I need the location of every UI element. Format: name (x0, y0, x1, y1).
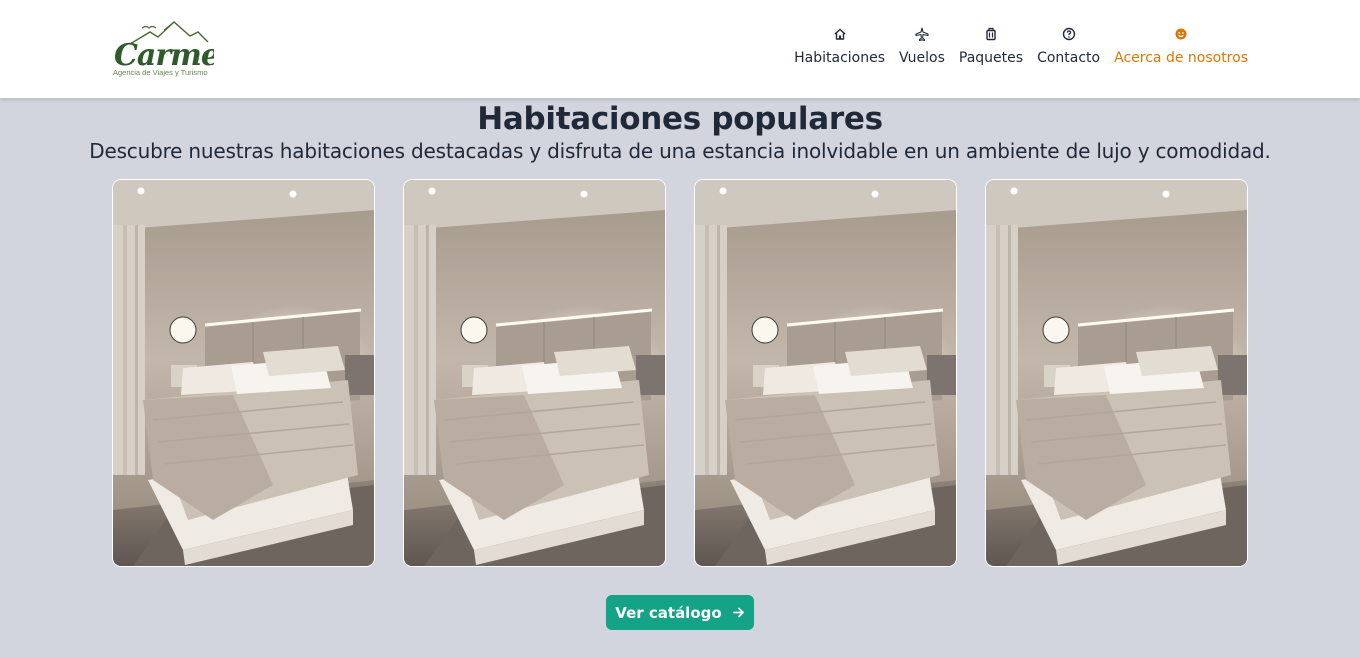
nav-item-vuelos[interactable]: Vuelos (899, 26, 945, 66)
view-catalog-label: Ver catálogo (615, 603, 722, 622)
nav-item-habitaciones[interactable]: Habitaciones (794, 26, 885, 66)
bedroom-photo (113, 180, 374, 566)
section-subtitle: Descubre nuestras habitaciones destacada… (89, 139, 1271, 163)
nav-item-label: Paquetes (958, 50, 1024, 66)
navbar: Carmen Agencia de Viajes y Turismo Habit… (0, 0, 1360, 98)
room-cards (112, 179, 1248, 567)
smile-icon (1175, 28, 1187, 40)
bedroom-photo (986, 180, 1247, 566)
main-nav: Habitaciones Vuelos Paquetes Contacto Ac… (794, 26, 1248, 66)
plane-icon (915, 27, 929, 42)
view-catalog-button[interactable]: Ver catálogo (606, 595, 754, 630)
nav-item-label: Contacto (1037, 50, 1101, 66)
room-card[interactable] (985, 179, 1248, 567)
nav-item-acerca[interactable]: Acerca de nosotros (1114, 26, 1248, 66)
help-circle-icon (1062, 27, 1075, 41)
home-icon (834, 28, 846, 40)
nav-item-label: Acerca de nosotros (1114, 50, 1248, 66)
bedroom-photo (404, 180, 665, 566)
luggage-icon (986, 27, 996, 41)
room-card[interactable] (112, 179, 375, 567)
section-title: Habitaciones populares (477, 101, 883, 137)
nav-item-label: Habitaciones (794, 50, 886, 66)
nav-item-paquetes[interactable]: Paquetes (959, 26, 1023, 66)
brand-logo[interactable]: Carmen Agencia de Viajes y Turismo (112, 18, 241, 80)
svg-text:Agencia de Viajes y Turismo: Agencia de Viajes y Turismo (113, 68, 208, 77)
nav-item-contacto[interactable]: Contacto (1037, 26, 1100, 66)
room-card[interactable] (403, 179, 666, 567)
bedroom-photo (695, 180, 956, 566)
arrow-right-icon (732, 607, 744, 618)
nav-item-label: Vuelos (899, 50, 945, 66)
room-card[interactable] (694, 179, 957, 567)
